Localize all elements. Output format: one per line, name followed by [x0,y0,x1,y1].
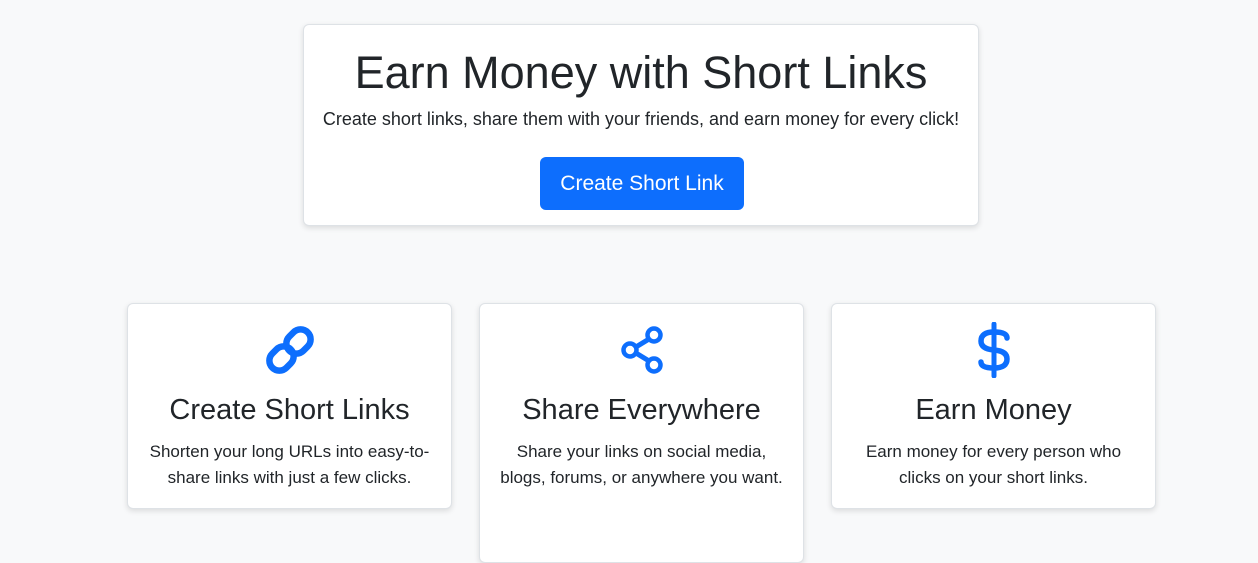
feature-card-earn-money: Earn Money Earn money for every person w… [831,303,1156,509]
hero-card: Earn Money with Short Links Create short… [303,24,979,226]
hero-title: Earn Money with Short Links [354,47,928,98]
dollar-icon [966,322,1022,378]
share-icon [614,322,670,378]
create-short-link-button[interactable]: Create Short Link [540,157,744,210]
feature-card-create-short-links: Create Short Links Shorten your long URL… [127,303,452,509]
feature-title: Earn Money [915,394,1072,426]
feature-title: Create Short Links [169,394,410,426]
feature-description: Earn money for every person who clicks o… [865,442,1122,487]
hero-subtitle: Create short links, share them with your… [322,109,960,129]
feature-description: Shorten your long URLs into easy-to-shar… [149,442,430,487]
feature-card-share-everywhere: Share Everywhere Share your links on soc… [479,303,804,563]
feature-title: Share Everywhere [522,394,761,426]
feature-description: Share your links on social media, blogs,… [500,442,783,487]
link-icon [262,322,318,378]
